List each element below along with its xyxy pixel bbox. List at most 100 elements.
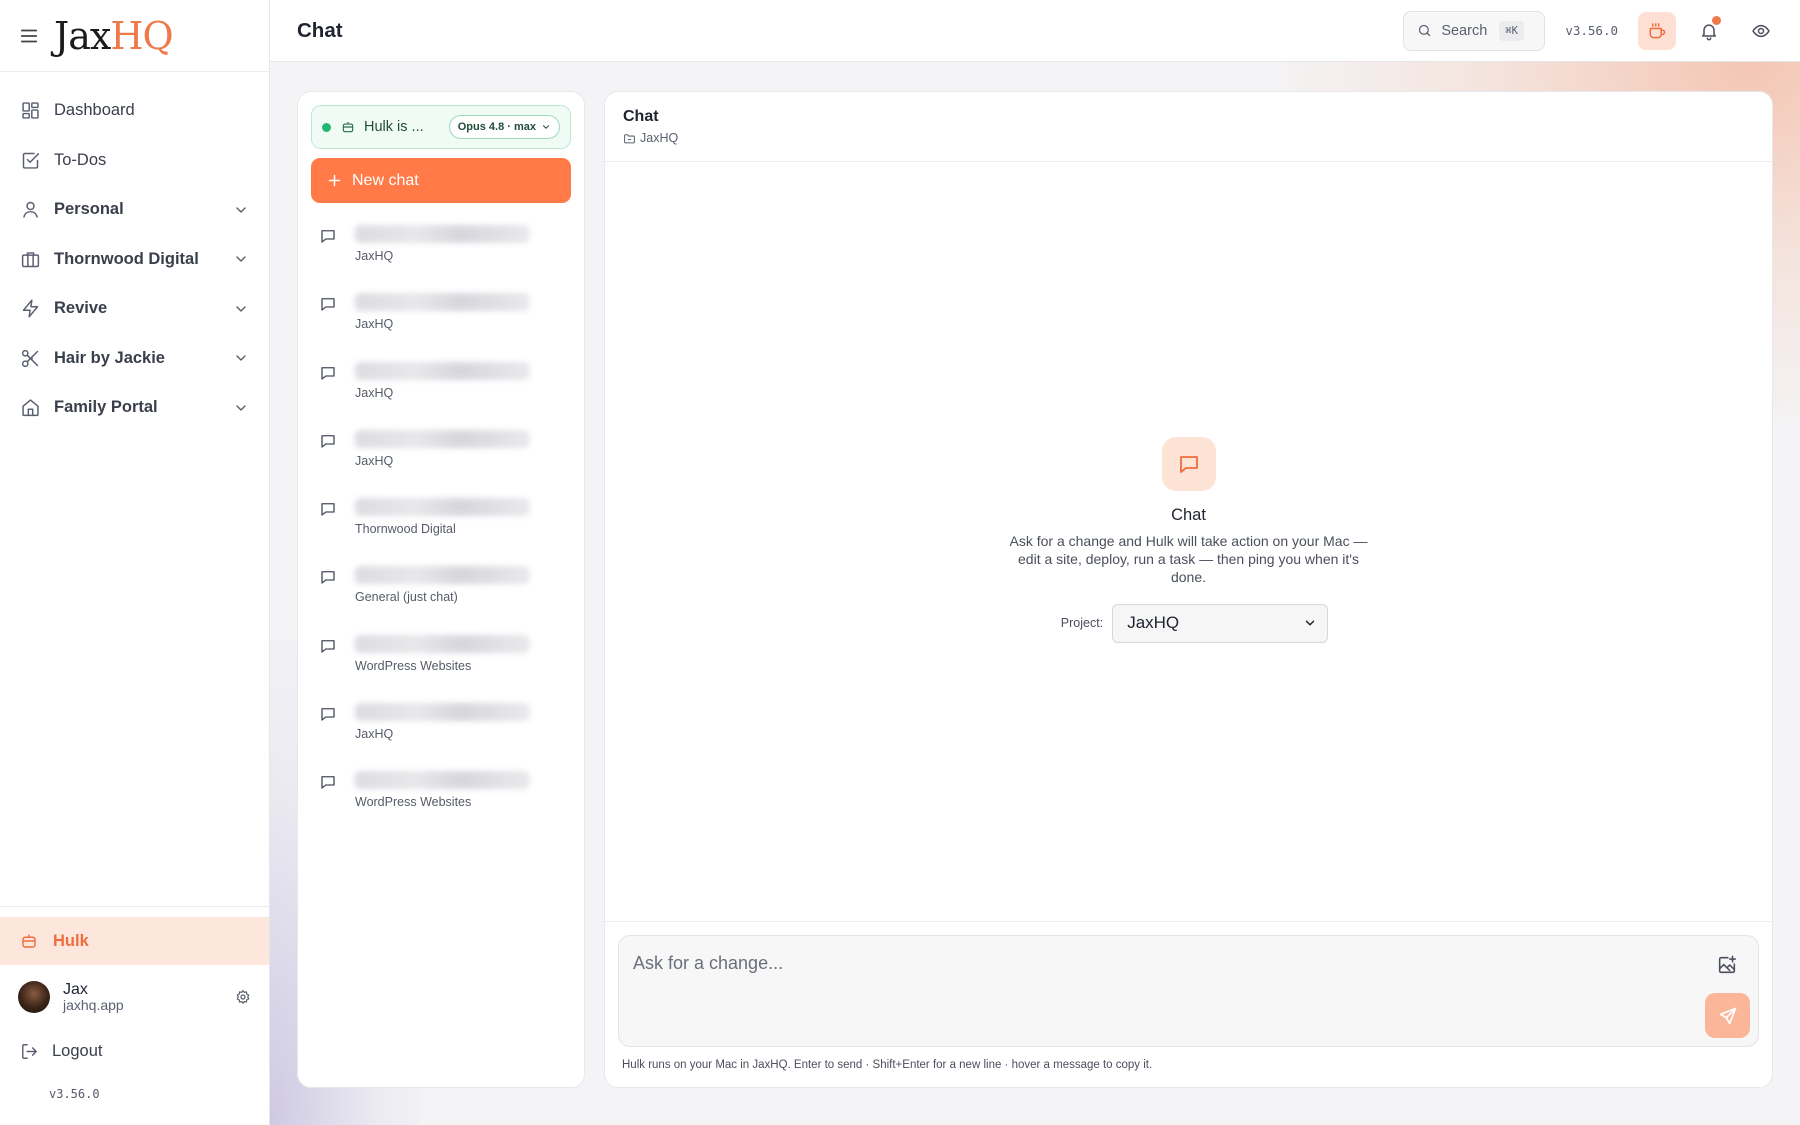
sidebar-item-todos[interactable]: To-Dos	[0, 136, 269, 186]
message-icon	[319, 773, 337, 791]
chevron-down-icon[interactable]	[233, 251, 249, 267]
sidebar-item-thornwood-digital[interactable]: Thornwood Digital	[0, 235, 269, 285]
model-selector[interactable]: Opus 4.8 · max	[448, 115, 560, 139]
list-item[interactable]: Thornwood Digital	[311, 484, 571, 552]
sidebar-nav: Dashboard To-Dos Personal Thornwood Digi…	[0, 72, 269, 433]
top-bar: Chat Search ⌘K v3.56.0	[270, 0, 1800, 62]
gear-icon[interactable]	[235, 989, 251, 1005]
scissors-icon	[20, 348, 41, 369]
composer-hint: Hulk runs on your Mac in JaxHQ. Enter to…	[622, 1059, 1153, 1071]
user-profile[interactable]: Jax jaxhq.app	[0, 967, 269, 1027]
avatar[interactable]	[18, 981, 50, 1013]
chat-project: JaxHQ	[355, 249, 394, 263]
search-button[interactable]: Search ⌘K	[1403, 10, 1546, 51]
list-item[interactable]: WordPress Websites	[311, 757, 571, 825]
chat-bubble-icon	[1161, 437, 1216, 491]
dashboard-icon	[20, 100, 41, 121]
list-item[interactable]: JaxHQ	[311, 279, 571, 347]
chat-project: WordPress Websites	[355, 658, 472, 673]
sidebar-item-family-portal[interactable]: Family Portal	[0, 383, 269, 433]
message-icon	[319, 295, 337, 313]
sidebar-footer: Hulk Jax jaxhq.app Logout v3.56.0	[0, 906, 269, 1101]
chat-title-redacted	[355, 293, 530, 312]
chat-project: General (just chat)	[355, 590, 458, 605]
send-icon	[1718, 1006, 1738, 1026]
chat-title-redacted	[355, 225, 530, 243]
chat-project: JaxHQ	[355, 385, 394, 400]
project-label: Project:	[1060, 616, 1104, 631]
model-label: Opus 4.8 · max	[457, 121, 536, 133]
user-name: Jax	[63, 980, 88, 998]
new-chat-button[interactable]: New chat	[311, 158, 571, 203]
chat-title-redacted	[355, 429, 530, 448]
zap-icon	[20, 298, 41, 319]
app-logo[interactable]: JaxHQ	[54, 17, 174, 55]
eye-icon	[1751, 21, 1771, 41]
chat-project: WordPress Websites	[355, 795, 472, 810]
sidebar-item-hair-by-jackie[interactable]: Hair by Jackie	[0, 334, 269, 384]
status-dot	[322, 122, 331, 132]
chat-title-redacted	[355, 361, 530, 380]
user-icon	[20, 199, 41, 220]
folder-icon	[623, 132, 636, 145]
chat-project: JaxHQ	[355, 317, 394, 332]
message-input[interactable]: Ask for a change...	[618, 935, 1759, 1047]
sidebar-item-dashboard[interactable]: Dashboard	[0, 86, 269, 136]
notification-dot	[1712, 15, 1721, 25]
message-icon	[319, 637, 337, 655]
sidebar-item-label: Hair by Jackie	[54, 348, 165, 367]
chat-list: JaxHQ JaxHQ JaxHQ JaxHQ Thornwood Digita…	[311, 211, 571, 826]
sidebar-item-label: Revive	[54, 299, 108, 318]
send-button[interactable]	[1705, 993, 1750, 1038]
add-image-icon[interactable]	[1716, 954, 1738, 976]
project-select[interactable]: JaxHQ	[1112, 603, 1329, 643]
search-shortcut: ⌘K	[1499, 20, 1524, 41]
chat-title-redacted	[355, 771, 530, 790]
chat-title-redacted	[355, 703, 530, 722]
list-item[interactable]: General (just chat)	[311, 552, 571, 620]
agent-status[interactable]: Hulk is ... Opus 4.8 · max	[311, 105, 571, 149]
chevron-down-icon[interactable]	[233, 350, 249, 366]
message-input-placeholder: Ask for a change...	[633, 953, 784, 973]
home-icon	[20, 397, 41, 418]
coffee-button[interactable]	[1638, 11, 1676, 50]
sidebar-item-label: Thornwood Digital	[54, 249, 199, 268]
list-item[interactable]: JaxHQ	[311, 211, 571, 279]
user-domain: jaxhq.app	[63, 997, 124, 1014]
list-item[interactable]: WordPress Websites	[311, 621, 571, 689]
message-icon	[319, 568, 337, 586]
list-item[interactable]: JaxHQ	[311, 416, 571, 484]
project-picker: Project: JaxHQ	[605, 603, 1772, 643]
visibility-button[interactable]	[1742, 12, 1780, 50]
list-item[interactable]: JaxHQ	[311, 689, 571, 757]
sidebar-item-hulk[interactable]: Hulk	[0, 917, 269, 965]
composer-area: Ask for a change... Hulk runs on your Ma…	[605, 921, 1772, 1087]
menu-icon[interactable]	[18, 25, 40, 47]
version-label: v3.56.0	[1565, 23, 1618, 38]
chat-title: Chat	[623, 108, 659, 125]
sidebar-item-label: Hulk	[53, 931, 89, 950]
notifications-button[interactable]	[1690, 12, 1728, 50]
chevron-down-icon[interactable]	[233, 400, 249, 416]
coffee-icon	[1647, 21, 1667, 41]
message-icon	[319, 364, 337, 382]
chat-title-redacted	[355, 566, 530, 585]
chat-project-indicator: JaxHQ	[623, 131, 1754, 145]
sidebar-item-label: Dashboard	[54, 101, 135, 120]
message-icon	[319, 432, 337, 450]
list-item[interactable]: JaxHQ	[311, 348, 571, 416]
page-title: Chat	[297, 18, 343, 42]
logout-button[interactable]: Logout	[0, 1027, 269, 1075]
chevron-down-icon[interactable]	[233, 202, 249, 218]
sidebar-item-personal[interactable]: Personal	[0, 185, 269, 235]
search-label: Search	[1441, 22, 1488, 39]
chevron-down-icon[interactable]	[233, 301, 249, 317]
search-icon	[1417, 23, 1432, 38]
project-select-value: JaxHQ	[1127, 613, 1180, 633]
message-icon	[319, 500, 337, 518]
logout-icon	[20, 1042, 39, 1061]
empty-state-description: Ask for a change and Hulk will take acti…	[1009, 533, 1368, 586]
robot-icon	[20, 932, 38, 950]
sidebar-item-label: Family Portal	[54, 398, 158, 417]
sidebar-item-revive[interactable]: Revive	[0, 284, 269, 334]
